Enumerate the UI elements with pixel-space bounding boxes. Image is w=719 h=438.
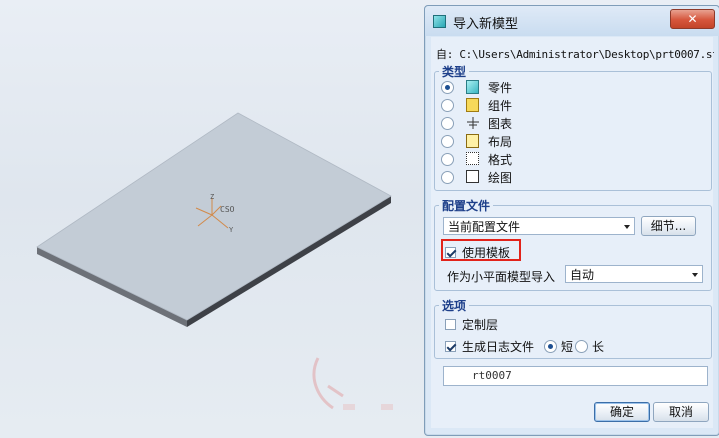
source-path: 自: C:\Users\Administrator\Desktop\prt000… — [436, 48, 714, 61]
radio-format[interactable] — [441, 152, 454, 166]
log-file-checkbox[interactable] — [445, 340, 456, 352]
format-icon — [466, 152, 480, 166]
dialog-titlebar[interactable]: 导入新模型 ✕ — [425, 6, 719, 36]
type-option-label: 布局 — [488, 134, 513, 149]
type-option-layout[interactable]: 布局 — [441, 133, 512, 149]
model-name-input[interactable]: rt0007 — [443, 366, 708, 386]
type-option-drawing[interactable]: 绘图 — [441, 169, 512, 185]
details-button[interactable]: 细节... — [641, 216, 696, 236]
options-group: 选项 定制层 生成日志文件 短 长 — [434, 297, 712, 359]
csys-label: CSO — [220, 205, 235, 214]
svg-text:Z: Z — [210, 193, 214, 201]
drawing-icon — [466, 170, 480, 184]
chevron-down-icon — [624, 225, 630, 229]
diagram-icon — [466, 116, 480, 130]
long-label: 长 — [592, 339, 605, 354]
radio-layout[interactable] — [441, 134, 454, 148]
part-icon — [466, 80, 480, 94]
short-label: 短 — [561, 339, 574, 354]
profile-select[interactable]: 当前配置文件 — [443, 217, 635, 235]
model-icon — [433, 15, 446, 28]
type-option-label: 零件 — [488, 80, 513, 95]
import-new-model-dialog: 导入新模型 ✕ 自: C:\Users\Administrator\Deskto… — [424, 5, 719, 436]
custom-layers-label: 定制层 — [462, 317, 499, 332]
log-file-label: 生成日志文件 — [462, 339, 535, 354]
cancel-button[interactable]: 取消 — [653, 402, 709, 422]
type-option-diagram[interactable]: 图表 — [441, 115, 512, 131]
watermark-logo — [312, 357, 393, 410]
config-group-title: 配置文件 — [439, 197, 494, 214]
close-button[interactable]: ✕ — [670, 9, 715, 29]
type-option-label: 格式 — [488, 152, 513, 167]
radio-part[interactable] — [441, 80, 454, 94]
custom-layers-checkbox[interactable] — [445, 318, 456, 330]
type-option-format[interactable]: 格式 — [441, 151, 512, 167]
facet-select[interactable]: 自动 — [565, 265, 703, 283]
radio-drawing[interactable] — [441, 170, 454, 184]
radio-long[interactable] — [575, 339, 589, 353]
assembly-icon — [466, 98, 480, 112]
type-option-label: 图表 — [488, 116, 513, 131]
profile-select-value: 当前配置文件 — [448, 220, 521, 234]
radio-short[interactable] — [544, 339, 558, 353]
type-option-label: 组件 — [488, 98, 513, 113]
options-group-title: 选项 — [439, 297, 470, 314]
facet-label: 作为小平面模型导入 — [447, 270, 556, 284]
type-option-label: 绘图 — [488, 170, 513, 185]
chevron-down-icon — [692, 273, 698, 277]
layout-icon — [466, 134, 480, 148]
custom-layers-row[interactable]: 定制层 — [445, 316, 498, 332]
dialog-title: 导入新模型 — [453, 17, 519, 32]
type-group-title: 类型 — [439, 63, 470, 80]
dialog-body: 自: C:\Users\Administrator\Desktop\prt000… — [431, 37, 714, 428]
radio-assembly[interactable] — [441, 98, 454, 112]
type-option-part[interactable]: 零件 — [441, 79, 512, 95]
radio-diagram[interactable] — [441, 116, 454, 130]
ok-button[interactable]: 确定 — [594, 402, 650, 422]
log-file-row[interactable]: 生成日志文件 短 长 — [445, 338, 604, 354]
facet-select-value: 自动 — [570, 268, 595, 282]
type-group: 类型 零件 组件 图表 布局 格式 绘图 — [434, 63, 712, 191]
template-highlight-box — [441, 239, 521, 261]
type-option-assembly[interactable]: 组件 — [441, 97, 512, 113]
